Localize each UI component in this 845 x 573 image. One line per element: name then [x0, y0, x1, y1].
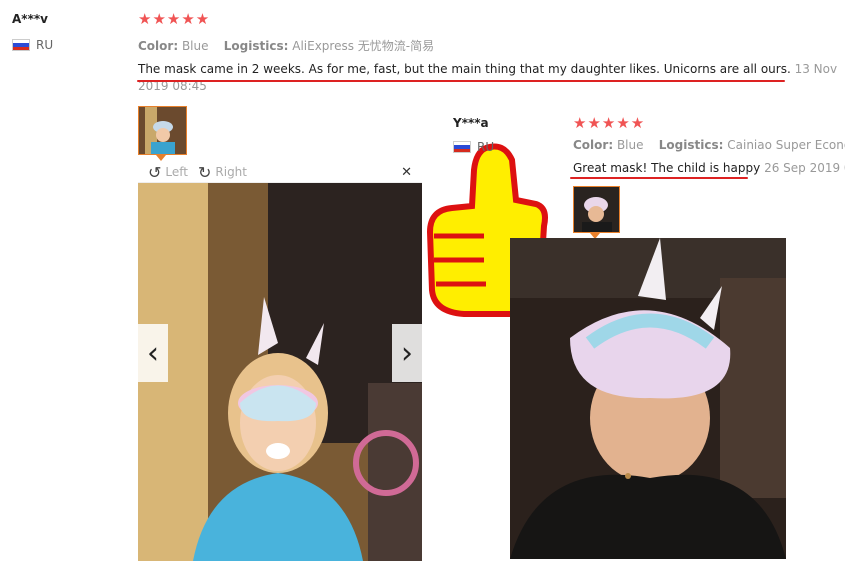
color-label: Color:	[573, 138, 614, 152]
logistics-label: Logistics:	[223, 39, 289, 53]
russia-flag-icon	[453, 141, 471, 153]
review-text: Great mask! The child is happy	[573, 161, 761, 175]
highlight-underline	[570, 177, 748, 179]
highlight-underline	[137, 80, 785, 82]
rotate-right-button[interactable]: ↻ Right	[198, 163, 247, 182]
russia-flag-icon	[12, 39, 30, 51]
reviewer-country: RU	[12, 38, 53, 52]
review-date: 26 Sep 2019 07:	[764, 161, 845, 175]
order-info: Color: Blue Logistics: Cainiao Super Eco…	[573, 138, 845, 152]
rotate-left-icon: ↺	[148, 162, 162, 182]
review-photo-large	[138, 183, 422, 561]
logistics-label: Logistics:	[658, 138, 724, 152]
country-code: RU	[477, 140, 495, 154]
country-code: RU	[36, 38, 54, 52]
logistics-value: AliExpress 无忧物流-简易	[292, 39, 435, 53]
review-photo-thumbnail[interactable]	[138, 106, 187, 155]
reviewer-country: RU	[453, 140, 494, 154]
color-value: Blue	[181, 39, 209, 53]
reviewer-name: A***v	[12, 12, 48, 26]
reviewer-name: Y***a	[453, 116, 489, 130]
thumbnail-pointer	[156, 155, 166, 161]
star-rating: ★★★★★	[138, 10, 211, 28]
color-label: Color:	[138, 39, 179, 53]
color-value: Blue	[616, 138, 644, 152]
star-rating: ★★★★★	[573, 114, 646, 132]
close-icon[interactable]: ✕	[401, 165, 412, 180]
review-photo-large	[510, 238, 786, 559]
rotate-right-icon: ↻	[197, 162, 212, 182]
rotate-left-button[interactable]: ↺ Left	[148, 163, 188, 182]
order-info: Color: Blue Logistics: AliExpress 无忧物流-简…	[138, 37, 434, 54]
review-text-block: Great mask! The child is happy 26 Sep 20…	[573, 160, 845, 177]
review-text: The mask came in 2 weeks. As for me, fas…	[138, 62, 791, 76]
review-photo-thumbnail[interactable]	[573, 186, 620, 233]
next-image-button[interactable]: ›	[392, 324, 422, 382]
logistics-value: Cainiao Super Economy	[727, 138, 845, 152]
image-viewer-toolbar: ↺ Left ↻ Right ✕	[138, 162, 422, 183]
previous-image-button[interactable]: ‹	[138, 324, 168, 382]
review-text-block: The mask came in 2 weeks. As for me, fas…	[138, 61, 843, 95]
